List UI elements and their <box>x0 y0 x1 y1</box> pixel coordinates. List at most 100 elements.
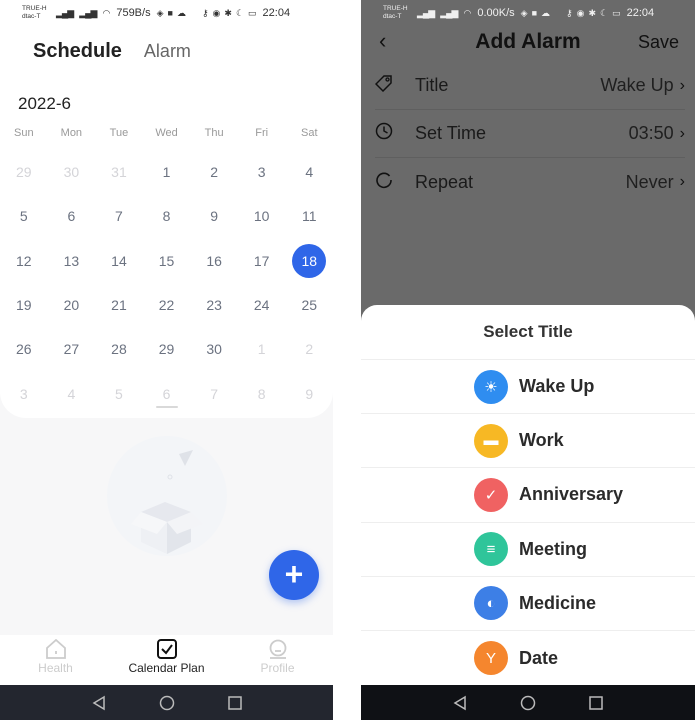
calendar-day[interactable]: 13 <box>48 239 96 283</box>
calendar-day[interactable]: 16 <box>190 239 238 283</box>
calendar-day[interactable]: 1 <box>143 150 191 194</box>
row-value: Never <box>625 171 674 192</box>
calendar-day[interactable]: 9 <box>285 371 333 415</box>
nav-health[interactable]: Health <box>0 635 111 685</box>
option-label: Work <box>519 430 564 451</box>
calendar-day[interactable]: 3 <box>238 150 286 194</box>
pill-icon: ◐ <box>474 586 508 621</box>
calendar-day[interactable]: 3 <box>0 371 48 415</box>
selected-day-marker: 18 <box>292 243 327 278</box>
tab-alarm[interactable]: Alarm <box>144 41 191 62</box>
calendar-day[interactable]: 10 <box>238 194 286 238</box>
tab-schedule[interactable]: Schedule <box>33 40 122 63</box>
calendar-day[interactable]: 19 <box>0 283 48 327</box>
top-tabs: Schedule Alarm <box>33 40 191 63</box>
calendar-day[interactable]: 25 <box>285 283 333 327</box>
nav-calendar-plan[interactable]: Calendar Plan <box>111 635 222 685</box>
add-alarm-screen: TRUE-H dtac-T ▂▄▆ ▂▄▆ ◠ 0.00K/s ◈ ■ ☁ ⚷ ◉… <box>361 0 695 720</box>
recents-nav-icon[interactable] <box>227 695 243 711</box>
wifi-icon: ◠ <box>463 7 472 18</box>
profile-icon <box>269 639 286 659</box>
calendar-day[interactable]: 4 <box>48 371 96 415</box>
calendar-day[interactable]: 7 <box>95 194 143 238</box>
carrier-1: TRUE-H <box>383 5 408 12</box>
net-speed: 0.00K/s <box>477 7 515 19</box>
title-option-meeting[interactable]: ≡ Meeting <box>361 523 695 577</box>
cloud-icon: ☁ <box>176 7 186 18</box>
calendar-day[interactable]: 6 <box>48 194 96 238</box>
calendar-day[interactable]: 1 <box>238 327 286 371</box>
calendar-day[interactable]: 11 <box>285 194 333 238</box>
calendar-day[interactable]: 30 <box>190 327 238 371</box>
calendar-day[interactable]: 30 <box>48 150 96 194</box>
title-option-medicine[interactable]: ◐ Medicine <box>361 577 695 631</box>
calendar-day[interactable]: 20 <box>48 283 96 327</box>
weekday-label: Wed <box>155 127 178 139</box>
expand-handle[interactable] <box>156 406 178 408</box>
tag-icon <box>374 74 401 97</box>
nav-label: Health <box>38 661 73 675</box>
cloud-icon: ☁ <box>541 7 550 18</box>
calendar-day[interactable]: 15 <box>143 239 191 283</box>
set-time-row[interactable]: Set Time 03:50 › <box>375 110 685 158</box>
calendar-day[interactable]: 8 <box>238 371 286 415</box>
calendar-week: 29 30 31 1 2 3 4 <box>0 150 333 194</box>
calendar-day[interactable]: 24 <box>238 283 286 327</box>
calendar-day[interactable]: 27 <box>48 327 96 371</box>
system-nav-bar <box>0 685 333 720</box>
calendar-day[interactable]: 14 <box>95 239 143 283</box>
calendar-day[interactable]: 28 <box>95 327 143 371</box>
calendar-day[interactable]: 21 <box>95 283 143 327</box>
nav-label: Calendar Plan <box>128 661 205 675</box>
row-value: 03:50 <box>628 123 674 143</box>
key-icon: ⚷ <box>201 7 209 18</box>
title-row[interactable]: Title Wake Up › <box>374 62 685 110</box>
save-button[interactable]: Save <box>638 32 679 53</box>
recents-nav-icon[interactable] <box>588 695 604 711</box>
status-bar: TRUE-H dtac-T ▂▄▆ ▂▄▆ ◠ 0.00K/s ◈ ■ ☁ ⚷ ◉… <box>361 0 695 26</box>
title-option-date[interactable]: Y Date <box>361 631 695 685</box>
calendar-day[interactable]: 12 <box>0 239 48 283</box>
calendar-day[interactable]: 29 <box>0 150 48 194</box>
home-nav-icon[interactable] <box>520 695 536 711</box>
calendar-day[interactable]: 26 <box>0 327 48 371</box>
calendar-day[interactable]: 31 <box>95 150 143 194</box>
chat-board-icon: ≡ <box>474 532 508 567</box>
repeat-icon <box>375 171 401 194</box>
add-button[interactable]: + <box>269 550 319 600</box>
month-label[interactable]: 2022-6 <box>18 94 71 114</box>
carrier-2: dtac-T <box>22 13 41 20</box>
home-nav-icon[interactable] <box>159 695 175 711</box>
calendar-week: 19 20 21 22 23 24 25 <box>0 283 333 327</box>
title-option-anniversary[interactable]: ✓ Anniversary <box>361 468 695 523</box>
calendar-day[interactable]: 7 <box>190 371 238 415</box>
calendar-day[interactable]: 23 <box>190 283 238 327</box>
calendar-day-selected[interactable]: 18 <box>285 239 333 283</box>
calendar-day[interactable]: 2 <box>190 150 238 194</box>
calendar-day[interactable]: 4 <box>285 150 333 194</box>
signal-icon: ▂▄▆ <box>417 7 435 18</box>
option-label: Wake Up <box>519 376 595 397</box>
calendar-day[interactable]: 29 <box>143 327 191 371</box>
calendar-day[interactable]: 22 <box>143 283 191 327</box>
calendar-day[interactable]: 5 <box>95 371 143 415</box>
weekday-label: Mon <box>60 127 83 139</box>
option-label: Meeting <box>519 538 588 559</box>
repeat-row[interactable]: Repeat Never › <box>375 158 685 206</box>
shield-icon: ◈ <box>156 7 164 18</box>
key-icon: ⚷ <box>566 7 573 18</box>
calendar-day[interactable]: 6 <box>143 371 191 415</box>
nav-profile[interactable]: Profile <box>222 635 333 685</box>
calendar-check-icon: ✓ <box>474 477 508 512</box>
back-nav-icon[interactable] <box>91 695 107 711</box>
calendar-day[interactable]: 8 <box>143 194 191 238</box>
calendar-day[interactable]: 9 <box>190 194 238 238</box>
title-option-wake-up[interactable]: ☀ Wake Up <box>361 360 695 415</box>
option-label: Medicine <box>519 592 597 613</box>
calendar-day[interactable]: 2 <box>285 327 333 371</box>
title-option-work[interactable]: ▬ Work <box>361 414 695 469</box>
back-nav-icon[interactable] <box>452 695 468 711</box>
calendar-day[interactable]: 5 <box>0 194 48 238</box>
signal-icon: ▂▄▆ <box>440 7 458 18</box>
calendar-day[interactable]: 17 <box>238 239 286 283</box>
